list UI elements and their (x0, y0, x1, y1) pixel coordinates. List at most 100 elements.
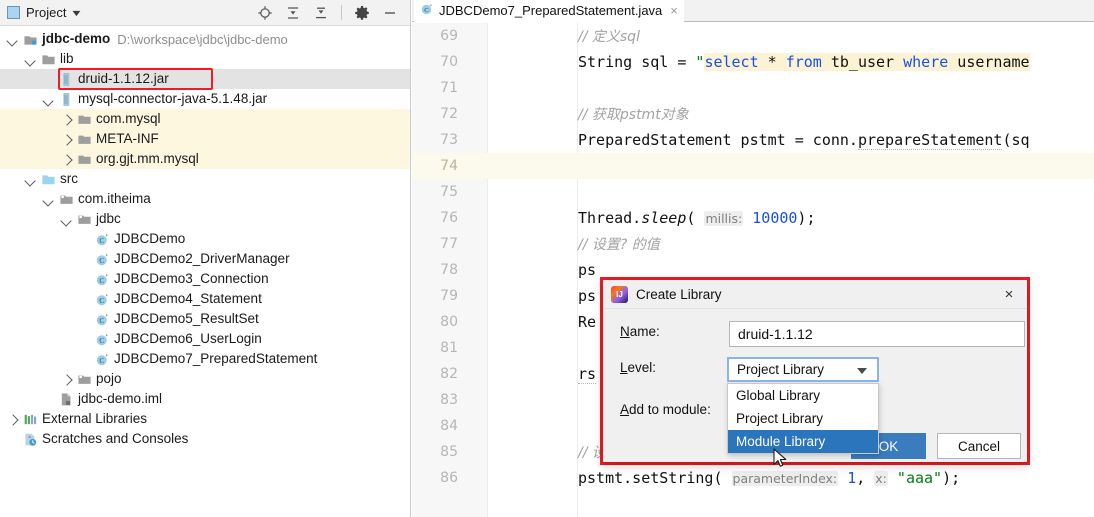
tree-row[interactable]: pojo (0, 369, 410, 389)
java-class-icon: C (95, 292, 110, 307)
line-number: 77 (412, 236, 458, 252)
chevron-down-icon[interactable] (6, 33, 19, 46)
tree-row-label: src (60, 170, 78, 188)
chevron-down-icon[interactable]: ▼ (70, 8, 83, 18)
dropdown-option[interactable]: Module Library (728, 430, 878, 453)
code-text: String sql = "select * from tb_user wher… (578, 53, 1030, 71)
chevron-right-icon[interactable] (6, 413, 19, 426)
tree-row[interactable]: CJDBCDemo2_DriverManager (0, 249, 410, 269)
tree-row-label: JDBCDemo (114, 230, 185, 248)
tree-spacer (78, 293, 91, 306)
tree-row[interactable]: com.itheima (0, 189, 410, 209)
line-number: 80 (412, 314, 458, 330)
chevron-down-icon[interactable] (60, 213, 73, 226)
source-folder-icon (41, 172, 56, 187)
chevron-right-icon[interactable] (60, 133, 73, 146)
tree-row[interactable]: src (0, 169, 410, 189)
chevron-down-icon[interactable] (42, 93, 55, 106)
tree-row[interactable]: >_Scratches and Consoles (0, 429, 410, 449)
dropdown-option[interactable]: Global Library (728, 384, 878, 407)
line-number: 74 (412, 158, 458, 174)
tree-row[interactable]: CJDBCDemo3_Connection (0, 269, 410, 289)
tree-row[interactable]: lib (0, 49, 410, 69)
expand-all-icon[interactable] (285, 5, 301, 21)
level-dropdown-list[interactable]: Global LibraryProject LibraryModule Libr… (727, 383, 879, 454)
tree-row-label: JDBCDemo7_PreparedStatement (114, 350, 317, 368)
tree-row[interactable]: META-INF (0, 129, 410, 149)
hide-minimize-icon[interactable] (382, 5, 398, 21)
code-line: 72// 获取pstmt对象 (412, 101, 1094, 127)
svg-text:C: C (99, 256, 104, 264)
code-text: PreparedStatement pstmt = conn.prepareSt… (578, 131, 1030, 149)
tree-row[interactable]: mysql-connector-java-5.1.48.jar (0, 89, 410, 109)
collapse-all-icon[interactable] (313, 5, 329, 21)
tree-spacer (78, 313, 91, 326)
chevron-down-icon[interactable] (24, 173, 37, 186)
editor-tab-bar: C JDBCDemo7_PreparedStatement.java × (412, 0, 1094, 22)
line-number: 75 (412, 184, 458, 200)
level-select-value: Project Library (737, 362, 824, 377)
tree-row-label: lib (60, 50, 74, 68)
close-icon[interactable]: × (670, 3, 678, 18)
line-number: 83 (412, 392, 458, 408)
dropdown-option[interactable]: Project Library (728, 407, 878, 430)
tab-jdbcdemo7-preparedstatement[interactable]: C JDBCDemo7_PreparedStatement.java × (414, 0, 684, 22)
line-number: 70 (412, 54, 458, 70)
java-class-icon: C (95, 252, 110, 267)
chevron-down-icon[interactable] (24, 53, 37, 66)
code-text: // 获取pstmt对象 (578, 104, 689, 124)
tree-row[interactable]: C JDBCDemo (0, 229, 410, 249)
tree-row[interactable]: CJDBCDemo5_ResultSet (0, 309, 410, 329)
close-icon[interactable]: × (1000, 285, 1018, 303)
svg-text:C: C (99, 236, 104, 244)
folder-grey-icon (77, 152, 92, 167)
code-line: 75 (412, 179, 1094, 205)
name-label: Name: (620, 324, 660, 339)
code-text: // 定义sql (578, 26, 640, 46)
code-text: rs (578, 365, 596, 383)
chevron-right-icon[interactable] (60, 373, 73, 386)
tree-row[interactable]: druid-1.1.12.jar (0, 69, 410, 89)
level-select[interactable]: Project Library (727, 357, 879, 382)
tree-row-label: jdbc (96, 210, 121, 228)
code-line: 77// 设置? 的值 (412, 231, 1094, 257)
tree-spacer (78, 333, 91, 346)
tree-row[interactable]: External Libraries (0, 409, 410, 429)
tree-row[interactable]: jdbc-demo.iml (0, 389, 410, 409)
jar-icon (59, 92, 74, 107)
project-icon (7, 6, 20, 19)
project-toolbar: Project ▼ (0, 0, 410, 26)
toolbar-divider (341, 5, 342, 20)
tree-row[interactable]: com.mysql (0, 109, 410, 129)
line-number: 78 (412, 262, 458, 278)
tab-label: JDBCDemo7_PreparedStatement.java (439, 3, 662, 18)
chevron-right-icon[interactable] (60, 113, 73, 126)
tree-row-label: Scratches and Consoles (42, 430, 188, 448)
line-number: 73 (412, 132, 458, 148)
tree-row[interactable]: CJDBCDemo6_UserLogin (0, 329, 410, 349)
chevron-right-icon[interactable] (60, 153, 73, 166)
chevron-down-icon[interactable] (42, 193, 55, 206)
cancel-button[interactable]: Cancel (937, 433, 1021, 459)
line-number: 84 (412, 418, 458, 434)
tree-row[interactable]: CJDBCDemo7_PreparedStatement (0, 349, 410, 369)
tree-row-label: JDBCDemo6_UserLogin (114, 330, 262, 348)
settings-gear-icon[interactable] (354, 5, 370, 21)
tree-row[interactable]: jdbc-demoD:\workspace\jdbc\jdbc-demo (0, 29, 410, 49)
tree-row[interactable]: jdbc (0, 209, 410, 229)
line-number: 85 (412, 444, 458, 460)
ide-window: Project ▼ (0, 0, 1094, 517)
code-line: 76Thread.sleep( millis: 10000); (412, 205, 1094, 231)
add-to-module-label: Add to module: (620, 402, 711, 417)
name-input[interactable]: druid-1.1.12 (729, 321, 1025, 347)
project-tree[interactable]: jdbc-demoD:\workspace\jdbc\jdbc-demolibd… (0, 27, 410, 517)
name-input-value: druid-1.1.12 (738, 326, 813, 342)
project-toolbar-actions (257, 5, 410, 21)
locate-icon[interactable] (257, 5, 273, 21)
tree-row-label: External Libraries (42, 410, 147, 428)
package-icon (77, 212, 92, 227)
project-title-group[interactable]: Project ▼ (0, 5, 81, 20)
tree-row[interactable]: CJDBCDemo4_Statement (0, 289, 410, 309)
tree-row-label: com.mysql (96, 110, 161, 128)
tree-row[interactable]: org.gjt.mm.mysql (0, 149, 410, 169)
